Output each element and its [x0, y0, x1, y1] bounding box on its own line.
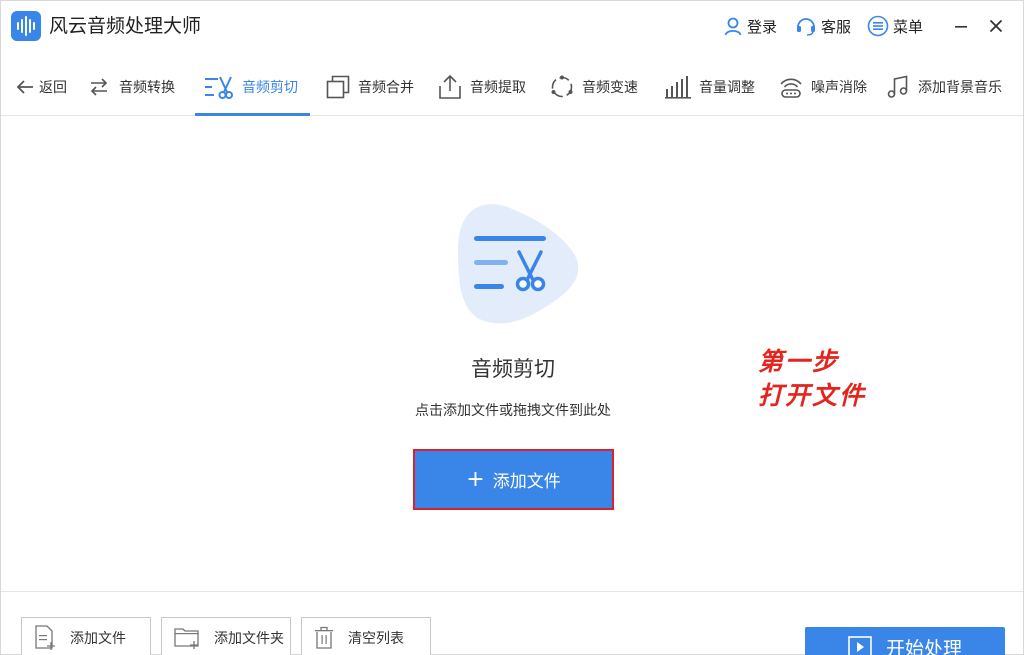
tab-audio-merge[interactable]: 音频合并: [326, 59, 414, 115]
add-file-label: 添加文件: [492, 472, 561, 492]
audio-cut-hero-icon: [450, 196, 582, 328]
menu-label: 菜单: [893, 17, 924, 36]
file-add-icon: [35, 625, 55, 650]
bottom-bar: 添加文件 添加文件夹 清空列表 开始处理: [1, 591, 1023, 655]
scissors-icon: [205, 76, 233, 99]
customer-service-button[interactable]: 客服: [795, 14, 851, 38]
tab-label: 音频转换: [119, 80, 175, 96]
tab-audio-extract[interactable]: 音频提取: [438, 59, 526, 115]
minimize-button[interactable]: [949, 14, 973, 38]
close-icon: [989, 19, 1003, 33]
noise-icon: [780, 78, 802, 98]
minimize-icon: [955, 26, 967, 28]
tab-noise-removal[interactable]: 噪声消除: [779, 59, 867, 115]
close-button[interactable]: [984, 14, 1008, 38]
page-title: 音频剪切: [471, 357, 555, 381]
tab-add-background-music[interactable]: 添加背景音乐: [886, 59, 1002, 115]
volume-icon: [665, 76, 691, 99]
clear-list-label: 清空列表: [348, 631, 404, 647]
login-label: 登录: [747, 17, 778, 36]
extract-icon: [439, 74, 461, 99]
drop-hint: 点击添加文件或拖拽文件到此处: [415, 403, 611, 419]
annotation-line-2: 打开文件: [758, 381, 867, 410]
bottom-add-file-label: 添加文件: [70, 631, 126, 647]
plus-icon: +: [466, 466, 485, 492]
tab-label: 音频剪切: [242, 80, 298, 96]
play-icon: [848, 636, 872, 655]
annotation-line-1: 第一步: [758, 347, 840, 376]
menu-icon: [867, 15, 889, 37]
convert-icon: [90, 78, 108, 96]
app-logo-icon: [11, 11, 41, 41]
active-tab-indicator: [195, 113, 310, 116]
add-folder-label: 添加文件夹: [214, 631, 284, 647]
add-folder-button[interactable]: 添加文件夹: [161, 617, 291, 655]
tab-audio-speed[interactable]: 音频变速: [550, 59, 638, 115]
back-label: 返回: [39, 80, 67, 96]
annotation-text: 第一步 打开文件: [758, 345, 866, 413]
menu-button[interactable]: 菜单: [867, 14, 923, 38]
speed-icon: [551, 75, 573, 98]
tab-label: 音量调整: [699, 80, 755, 96]
tab-label: 添加背景音乐: [918, 80, 1002, 96]
start-processing-button[interactable]: 开始处理: [805, 627, 1005, 655]
tab-label: 音频变速: [582, 80, 638, 96]
app-window: 风云音频处理大师 登录 客服 菜单 返回 音频转换 音频剪切 音频合并 音频提取…: [0, 0, 1024, 655]
tab-volume-adjust[interactable]: 音量调整: [665, 59, 755, 115]
user-icon: [724, 17, 742, 36]
tab-audio-convert[interactable]: 音频转换: [87, 59, 175, 115]
merge-icon: [326, 75, 350, 99]
add-file-button[interactable]: + 添加文件: [413, 449, 614, 510]
trash-icon: [315, 626, 333, 649]
login-button[interactable]: 登录: [723, 14, 777, 38]
headset-icon: [797, 18, 815, 36]
tab-label: 噪声消除: [811, 80, 867, 96]
tab-audio-cut[interactable]: 音频剪切: [204, 59, 298, 115]
function-toolbar: 返回 音频转换 音频剪切 音频合并 音频提取 音频变速 音量调整 噪声消除 添加…: [1, 59, 1023, 116]
arrow-left-icon: [16, 80, 33, 94]
file-drop-area[interactable]: 音频剪切 点击添加文件或拖拽文件到此处 + 添加文件 第一步 打开文件: [1, 117, 1023, 591]
tab-label: 音频提取: [470, 80, 526, 96]
tab-label: 音频合并: [358, 80, 414, 96]
bottom-add-file-button[interactable]: 添加文件: [21, 617, 151, 655]
customer-service-label: 客服: [821, 17, 852, 36]
music-note-icon: [887, 75, 908, 98]
app-title: 风云音频处理大师: [49, 15, 202, 37]
title-bar: 风云音频处理大师 登录 客服 菜单: [1, 1, 1023, 51]
start-processing-label: 开始处理: [885, 637, 962, 655]
folder-add-icon: [174, 628, 199, 649]
back-button[interactable]: 返回: [15, 59, 67, 115]
clear-list-button[interactable]: 清空列表: [301, 617, 431, 655]
